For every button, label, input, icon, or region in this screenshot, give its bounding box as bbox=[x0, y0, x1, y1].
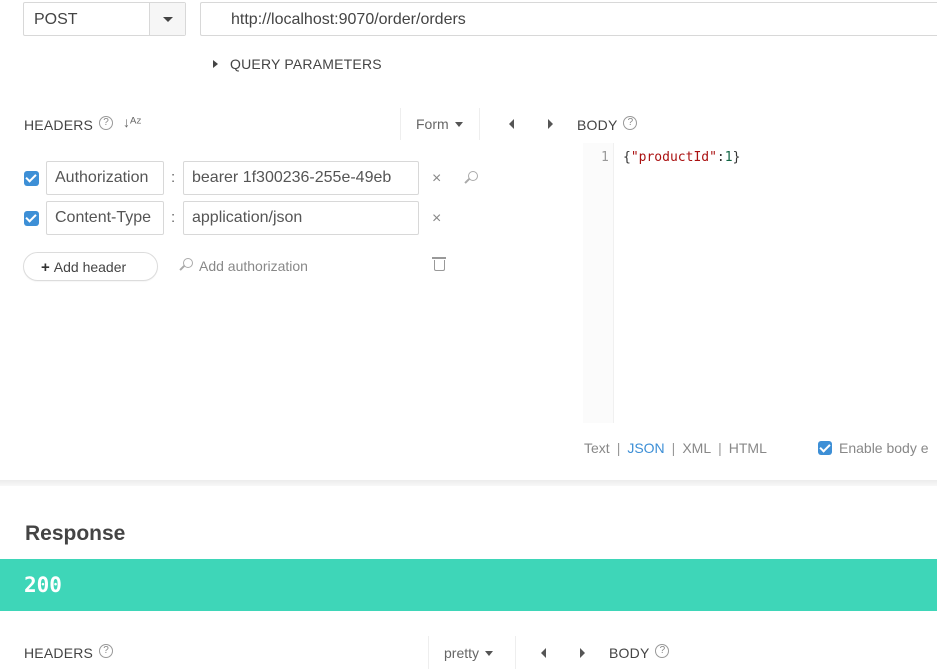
add-header-button[interactable]: + Add header bbox=[23, 252, 158, 281]
code-line: {"productId":1} bbox=[623, 150, 741, 165]
help-icon[interactable]: ? bbox=[99, 644, 114, 658]
search-icon[interactable] bbox=[468, 171, 478, 181]
add-header-label: Add header bbox=[53, 259, 127, 275]
status-bar: 200 bbox=[0, 559, 937, 611]
method-select[interactable]: POST bbox=[23, 2, 186, 36]
add-authorization-link[interactable]: Add authorization bbox=[199, 258, 308, 274]
line-number: 1 bbox=[601, 150, 609, 165]
enable-body-label: Enable body e bbox=[839, 440, 929, 456]
response-title: Response bbox=[25, 522, 126, 545]
header-name-input[interactable]: Authorization bbox=[46, 161, 164, 195]
body-type-html[interactable]: HTML bbox=[729, 440, 767, 456]
body-title: BODY? bbox=[577, 116, 638, 133]
remove-header-icon[interactable]: × bbox=[432, 170, 441, 188]
json-value: 1 bbox=[724, 150, 733, 165]
chevron-down-icon bbox=[485, 651, 494, 656]
body-type-json[interactable]: JSON bbox=[627, 440, 664, 456]
sort-az-icon[interactable]: ↓ᴬᶻ bbox=[123, 114, 141, 130]
header-name-input[interactable]: Content-Type bbox=[46, 201, 164, 235]
response-format-label: pretty bbox=[444, 645, 480, 661]
headers-title: HEADERS? bbox=[24, 116, 114, 133]
collapse-right-icon[interactable] bbox=[580, 648, 585, 658]
query-parameters-label: QUERY PARAMETERS bbox=[230, 56, 382, 72]
collapse-right-icon[interactable] bbox=[548, 119, 553, 129]
headers-mode-dropdown[interactable]: Form bbox=[400, 108, 480, 140]
header-separator: : bbox=[171, 169, 176, 186]
trash-icon[interactable] bbox=[432, 257, 446, 271]
query-parameters-toggle[interactable]: QUERY PARAMETERS bbox=[213, 56, 382, 72]
help-icon[interactable]: ? bbox=[623, 116, 638, 130]
line-gutter: 1 bbox=[583, 143, 614, 423]
method-value: POST bbox=[34, 11, 78, 28]
key-search-icon bbox=[183, 258, 193, 268]
expand-triangle-icon bbox=[213, 60, 218, 68]
url-value: http://localhost:9070/order/orders bbox=[231, 11, 466, 28]
help-icon[interactable]: ? bbox=[99, 116, 114, 130]
json-key: "productId" bbox=[630, 150, 717, 165]
collapse-left-icon[interactable] bbox=[509, 119, 514, 129]
status-code: 200 bbox=[24, 573, 62, 597]
body-type-xml[interactable]: XML bbox=[682, 440, 711, 456]
method-dropdown-button[interactable] bbox=[149, 3, 185, 35]
header-enabled-checkbox[interactable] bbox=[24, 211, 39, 226]
chevron-down-icon bbox=[163, 17, 173, 22]
url-input[interactable]: http://localhost:9070/order/orders bbox=[200, 2, 937, 36]
enable-body-checkbox[interactable] bbox=[818, 441, 832, 455]
section-divider bbox=[0, 480, 937, 486]
enable-body-toggle[interactable]: Enable body e bbox=[818, 440, 929, 456]
header-separator: : bbox=[171, 209, 176, 226]
body-editor[interactable]: 1 {"productId":1} bbox=[583, 143, 937, 423]
collapse-left-icon[interactable] bbox=[541, 648, 546, 658]
response-format-dropdown[interactable]: pretty bbox=[428, 636, 516, 669]
body-type-text[interactable]: Text bbox=[584, 440, 610, 456]
header-value-input[interactable]: bearer 1f300236-255e-49eb bbox=[183, 161, 419, 195]
header-enabled-checkbox[interactable] bbox=[24, 171, 39, 186]
response-headers-title: HEADERS? bbox=[24, 644, 114, 661]
help-icon[interactable]: ? bbox=[655, 644, 670, 658]
body-type-selector: Text | JSON | XML | HTML bbox=[584, 440, 767, 456]
header-value-input[interactable]: application/json bbox=[183, 201, 419, 235]
headers-mode-label: Form bbox=[416, 116, 449, 132]
plus-icon: + bbox=[41, 259, 50, 276]
response-body-title: BODY? bbox=[609, 644, 670, 661]
remove-header-icon[interactable]: × bbox=[432, 210, 441, 228]
chevron-down-icon bbox=[454, 122, 463, 127]
